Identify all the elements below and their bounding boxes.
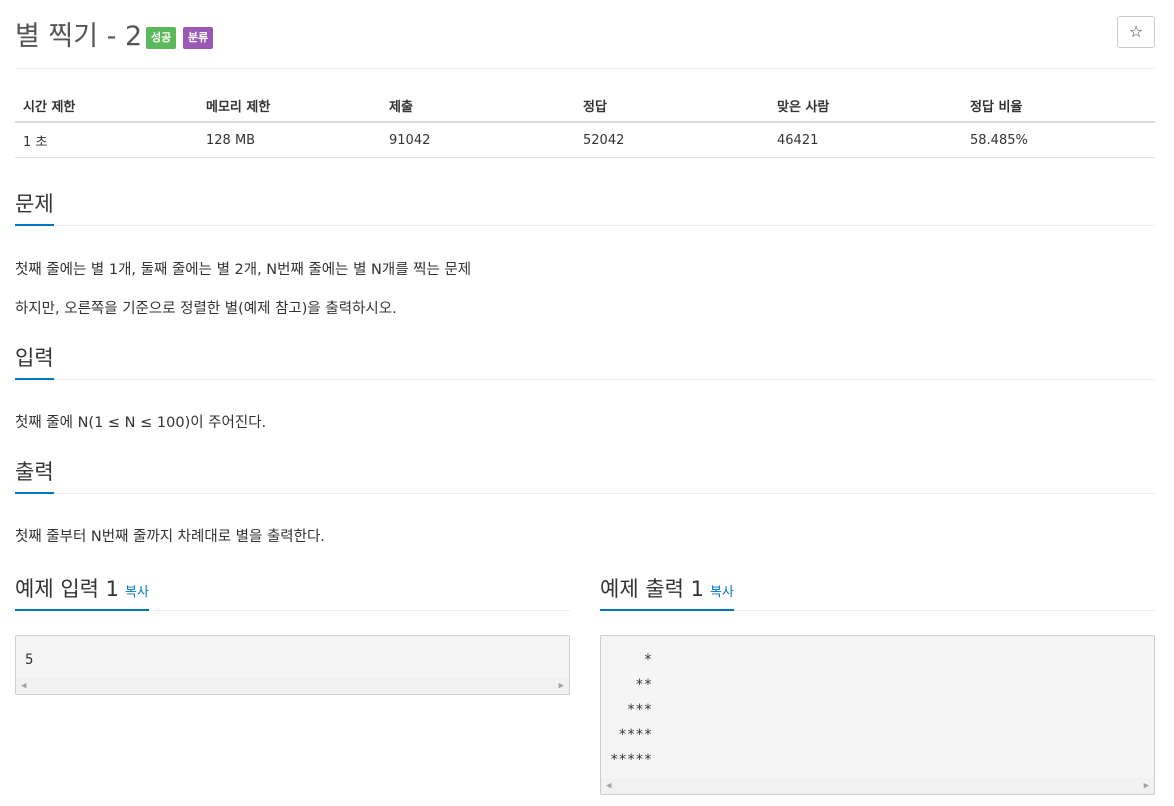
description-heading: 문제 [15,188,54,226]
problem-info-table: 시간 제한 메모리 제한 제출 정답 맞은 사람 정답 비율 1 초 128 M… [15,89,1155,158]
info-header-row: 시간 제한 메모리 제한 제출 정답 맞은 사람 정답 비율 [15,89,1155,123]
output-section-header: 출력 [15,456,1155,494]
sample-input-scrollbar[interactable]: ◀ ▶ [16,678,569,694]
value-submissions: 91042 [381,122,575,158]
title-divider [15,68,1155,69]
scroll-left-icon[interactable]: ◀ [606,781,611,791]
value-accept-ratio: 58.485% [962,122,1155,158]
sample-input-box[interactable]: 5 ◀ ▶ [15,635,570,695]
sample-output-box[interactable]: * ** *** **** ***** ◀ ▶ [600,635,1155,795]
header-accept-ratio: 정답 비율 [962,89,1155,123]
input-section-header: 입력 [15,342,1155,380]
status-badge-success: 성공 [146,27,177,49]
sample-input-header: 예제 입력 1 복사 [15,573,570,611]
sample-output-scrollbar[interactable]: ◀ ▶ [601,778,1154,794]
scroll-left-icon[interactable]: ◀ [21,681,26,691]
header-submissions: 제출 [381,89,575,123]
header-memory-limit: 메모리 제한 [198,89,381,123]
category-badge[interactable]: 분류 [183,27,214,49]
sample-input-content: 5 [25,652,34,668]
sample-output-heading: 예제 출력 1 복사 [600,573,734,611]
description-line-2: 하지만, 오른쪽을 기준으로 정렬한 별(예제 참고)을 출력하시오. [15,301,397,317]
copy-sample-output-button[interactable]: 복사 [710,585,734,600]
input-heading: 입력 [15,342,54,380]
value-time-limit: 1 초 [15,122,198,158]
problem-header: 별 찍기 - 2 성공 분류 ☆ [15,14,1155,54]
header-time-limit: 시간 제한 [15,89,198,123]
description-section-header: 문제 [15,188,1155,226]
favorite-button[interactable]: ☆ [1117,16,1155,48]
value-solved-users: 46421 [769,122,962,158]
star-icon: ☆ [1128,22,1144,41]
value-memory-limit: 128 MB [198,122,381,158]
value-accepted: 52042 [575,122,769,158]
scroll-right-icon[interactable]: ▶ [1144,781,1149,791]
description-line-1: 첫째 줄에는 별 1개, 둘째 줄에는 별 2개, N번째 줄에는 별 N개를 … [15,262,472,278]
problem-title: 별 찍기 - 2 [15,21,143,52]
output-heading: 출력 [15,456,54,494]
copy-sample-input-button[interactable]: 복사 [125,585,149,600]
scroll-right-icon[interactable]: ▶ [559,681,564,691]
header-solved-users: 맞은 사람 [769,89,962,123]
sample-input-heading: 예제 입력 1 복사 [15,573,149,611]
sample-output-content: * ** *** **** ***** [610,652,653,768]
output-description: 첫째 줄부터 N번째 줄까지 차례대로 별을 출력한다. [15,529,325,545]
header-accepted: 정답 [575,89,769,123]
info-value-row: 1 초 128 MB 91042 52042 46421 58.485% [15,122,1155,158]
sample-output-header: 예제 출력 1 복사 [600,573,1155,611]
input-description: 첫째 줄에 N(1 ≤ N ≤ 100)이 주어진다. [15,415,267,431]
